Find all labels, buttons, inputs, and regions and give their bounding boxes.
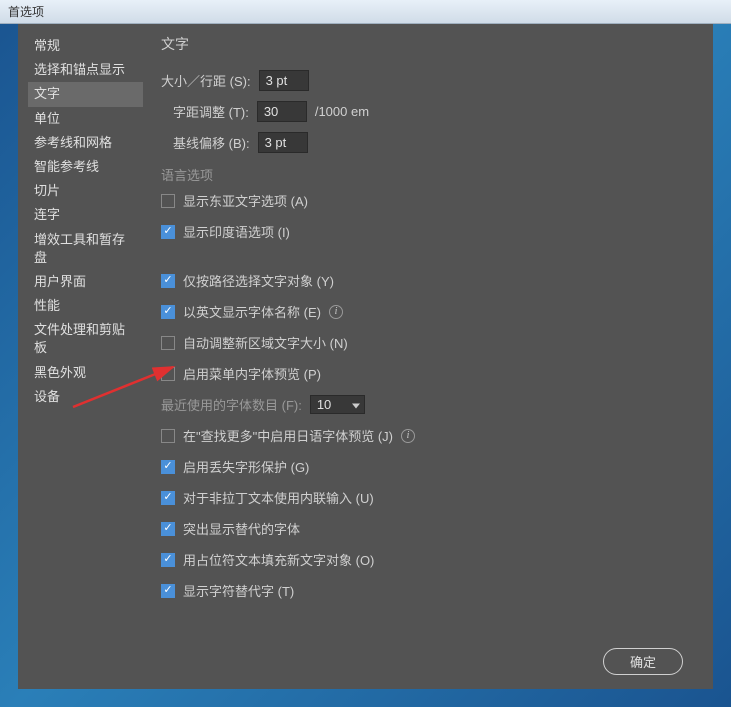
path-select-label: 仅按路径选择文字对象 (Y) bbox=[183, 271, 334, 290]
menu-preview-row: 启用菜单内字体预览 (P) bbox=[161, 363, 695, 384]
sidebar-item-black-appearance[interactable]: 黑色外观 bbox=[28, 361, 143, 385]
sidebar-item-file-handling[interactable]: 文件处理和剪贴板 bbox=[28, 318, 143, 360]
placeholder-fill-label: 用占位符文本填充新文字对象 (O) bbox=[183, 550, 374, 569]
east-asian-label: 显示东亚文字选项 (A) bbox=[183, 191, 308, 210]
size-leading-input[interactable] bbox=[259, 70, 309, 91]
east-asian-row: 显示东亚文字选项 (A) bbox=[161, 190, 695, 211]
sidebar-item-type[interactable]: 文字 bbox=[28, 82, 143, 106]
indic-label: 显示印度语选项 (I) bbox=[183, 222, 290, 241]
inline-input-checkbox[interactable] bbox=[161, 491, 175, 505]
jp-preview-label: 在"查找更多"中启用日语字体预览 (J) bbox=[183, 426, 393, 445]
path-select-checkbox[interactable] bbox=[161, 274, 175, 288]
placeholder-fill-row: 用占位符文本填充新文字对象 (O) bbox=[161, 549, 695, 570]
show-alt-glyphs-label: 显示字符替代字 (T) bbox=[183, 581, 294, 600]
auto-resize-row: 自动调整新区域文字大小 (N) bbox=[161, 332, 695, 353]
auto-resize-label: 自动调整新区域文字大小 (N) bbox=[183, 333, 348, 352]
sidebar-item-performance[interactable]: 性能 bbox=[28, 294, 143, 318]
main-panel: 文字 大小／行距 (S): 字距调整 (T): /1000 em 基线偏移 (B… bbox=[153, 34, 703, 628]
english-font-row: 以英文显示字体名称 (E) i bbox=[161, 301, 695, 322]
dialog-body: 常规 选择和锚点显示 文字 单位 参考线和网格 智能参考线 切片 连字 增效工具… bbox=[18, 24, 713, 638]
highlight-alt-checkbox[interactable] bbox=[161, 522, 175, 536]
sidebar-item-hyphenation[interactable]: 连字 bbox=[28, 203, 143, 227]
jp-preview-checkbox[interactable] bbox=[161, 429, 175, 443]
recent-fonts-select[interactable]: 10 bbox=[310, 395, 365, 414]
panel-title: 文字 bbox=[161, 34, 695, 54]
east-asian-checkbox[interactable] bbox=[161, 194, 175, 208]
glyph-protect-checkbox[interactable] bbox=[161, 460, 175, 474]
inline-input-row: 对于非拉丁文本使用内联输入 (U) bbox=[161, 487, 695, 508]
tracking-row: 字距调整 (T): /1000 em bbox=[173, 101, 695, 122]
show-alt-glyphs-row: 显示字符替代字 (T) bbox=[161, 580, 695, 601]
inline-input-label: 对于非拉丁文本使用内联输入 (U) bbox=[183, 488, 374, 507]
ok-button[interactable]: 确定 bbox=[603, 648, 683, 675]
glyph-protect-label: 启用丢失字形保护 (G) bbox=[183, 457, 309, 476]
tracking-unit: /1000 em bbox=[315, 104, 369, 119]
tracking-label: 字距调整 (T): bbox=[173, 102, 249, 121]
sidebar-item-units[interactable]: 单位 bbox=[28, 107, 143, 131]
size-leading-row: 大小／行距 (S): bbox=[161, 70, 695, 91]
baseline-row: 基线偏移 (B): bbox=[173, 132, 695, 153]
indic-checkbox[interactable] bbox=[161, 225, 175, 239]
tracking-input[interactable] bbox=[257, 101, 307, 122]
sidebar-item-smart-guides[interactable]: 智能参考线 bbox=[28, 155, 143, 179]
titlebar: 首选项 bbox=[0, 0, 731, 24]
sidebar-item-ui[interactable]: 用户界面 bbox=[28, 270, 143, 294]
baseline-input[interactable] bbox=[258, 132, 308, 153]
sidebar-item-general[interactable]: 常规 bbox=[28, 34, 143, 58]
highlight-alt-label: 突出显示替代的字体 bbox=[183, 519, 300, 538]
preferences-dialog: 常规 选择和锚点显示 文字 单位 参考线和网格 智能参考线 切片 连字 增效工具… bbox=[18, 24, 713, 689]
language-group-label: 语言选项 bbox=[161, 165, 695, 184]
baseline-label: 基线偏移 (B): bbox=[173, 133, 250, 152]
window-title: 首选项 bbox=[8, 5, 44, 19]
path-select-row: 仅按路径选择文字对象 (Y) bbox=[161, 270, 695, 291]
english-font-label: 以英文显示字体名称 (E) bbox=[183, 302, 321, 321]
info-icon[interactable]: i bbox=[329, 305, 343, 319]
english-font-checkbox[interactable] bbox=[161, 305, 175, 319]
auto-resize-checkbox[interactable] bbox=[161, 336, 175, 350]
highlight-alt-row: 突出显示替代的字体 bbox=[161, 518, 695, 539]
sidebar-item-devices[interactable]: 设备 bbox=[28, 385, 143, 409]
placeholder-fill-checkbox[interactable] bbox=[161, 553, 175, 567]
menu-preview-checkbox[interactable] bbox=[161, 367, 175, 381]
recent-fonts-label: 最近使用的字体数目 (F): bbox=[161, 395, 302, 414]
info-icon[interactable]: i bbox=[401, 429, 415, 443]
recent-fonts-row: 最近使用的字体数目 (F): 10 bbox=[161, 394, 695, 415]
indic-row: 显示印度语选项 (I) bbox=[161, 221, 695, 242]
sidebar-item-selection[interactable]: 选择和锚点显示 bbox=[28, 58, 143, 82]
sidebar-item-guides[interactable]: 参考线和网格 bbox=[28, 131, 143, 155]
glyph-protect-row: 启用丢失字形保护 (G) bbox=[161, 456, 695, 477]
sidebar-item-slices[interactable]: 切片 bbox=[28, 179, 143, 203]
show-alt-glyphs-checkbox[interactable] bbox=[161, 584, 175, 598]
sidebar-item-plugins[interactable]: 增效工具和暂存盘 bbox=[28, 228, 143, 270]
jp-preview-row: 在"查找更多"中启用日语字体预览 (J) i bbox=[161, 425, 695, 446]
menu-preview-label: 启用菜单内字体预览 (P) bbox=[183, 364, 321, 383]
sidebar: 常规 选择和锚点显示 文字 单位 参考线和网格 智能参考线 切片 连字 增效工具… bbox=[28, 34, 143, 628]
button-row: 确定 bbox=[18, 638, 713, 689]
size-leading-label: 大小／行距 (S): bbox=[161, 71, 251, 90]
